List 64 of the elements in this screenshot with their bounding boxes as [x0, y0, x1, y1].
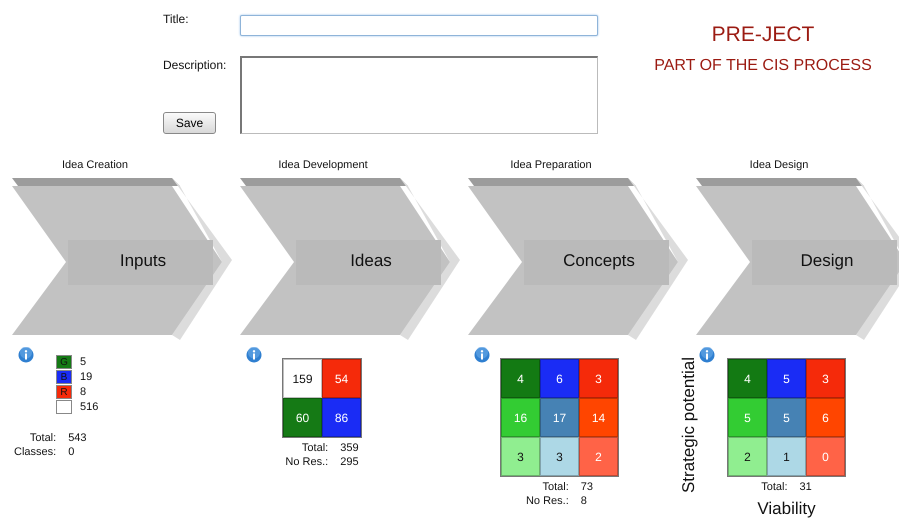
- stat-label: Total:: [28, 432, 56, 444]
- matrix-cell: 2: [728, 437, 767, 476]
- stat-value: 359: [340, 442, 359, 454]
- info-icon[interactable]: [246, 347, 262, 363]
- axis-label: Viability: [757, 499, 816, 519]
- app-title: PRE-JECT: [712, 23, 814, 47]
- matrix-cell: 60: [283, 398, 322, 437]
- stat-value: 31: [800, 481, 812, 493]
- legend-count: 516: [80, 401, 98, 413]
- stat-value: 0: [68, 446, 76, 458]
- matrix-cell: 54: [322, 359, 361, 398]
- legend-count: 19: [80, 371, 94, 383]
- info-icon[interactable]: [699, 347, 715, 363]
- matrix-cell: 4: [501, 359, 540, 398]
- stat-value: 73: [580, 481, 594, 493]
- stat-value: 8: [580, 495, 588, 507]
- matrix-cell: 86: [322, 398, 361, 437]
- stage-arrow-label: Inputs: [120, 250, 166, 272]
- color-swatch: R: [56, 385, 72, 399]
- stage-heading: Idea Development: [278, 159, 368, 171]
- app-subtitle: PART OF THE CIS PROCESS: [654, 57, 872, 75]
- legend-count: 5: [80, 356, 88, 368]
- matrix-cell: 5: [728, 398, 767, 437]
- info-icon[interactable]: [474, 347, 490, 363]
- stat-label: Classes:: [14, 446, 56, 458]
- stat-label: Total:: [541, 481, 569, 493]
- stat-label: Total:: [300, 442, 328, 454]
- matrix-cell: 3: [579, 359, 618, 398]
- matrix-cell: 6: [540, 359, 579, 398]
- matrix-cell: 16: [501, 398, 540, 437]
- matrix-cell: 159: [283, 359, 322, 398]
- stat-label: No Res.:: [526, 495, 569, 507]
- matrix-cell: 5: [767, 398, 806, 437]
- matrix-cell: 3: [540, 437, 579, 476]
- color-swatch: G: [56, 355, 72, 369]
- color-swatch: B: [56, 370, 72, 384]
- matrix-cell: 1: [767, 437, 806, 476]
- matrix-cell: 0: [806, 437, 845, 476]
- matrix-cell: 3: [806, 359, 845, 398]
- stage-heading: Idea Creation: [62, 159, 128, 171]
- matrix-cell: 6: [806, 398, 845, 437]
- title-input[interactable]: [240, 15, 598, 36]
- stage-heading: Idea Design: [750, 159, 808, 171]
- info-icon[interactable]: [18, 347, 34, 363]
- matrix-cell: 4: [728, 359, 767, 398]
- description-input[interactable]: [240, 56, 598, 134]
- title-label: Title:: [163, 11, 190, 26]
- matrix-cell: 14: [579, 398, 618, 437]
- stage-arrow-label: Concepts: [563, 250, 635, 272]
- matrix-cell: 3: [501, 437, 540, 476]
- stat-value: 543: [68, 432, 87, 444]
- stat-label: No Res.:: [285, 456, 328, 468]
- legend-count: 8: [80, 386, 88, 398]
- matrix-cell: 2: [579, 437, 618, 476]
- save-button[interactable]: Save: [163, 112, 216, 134]
- stat-value: 295: [340, 456, 359, 468]
- stage-arrow-label: Ideas: [350, 250, 392, 272]
- axis-label: Strategic potential: [679, 356, 699, 493]
- stage-heading: Idea Preparation: [510, 159, 592, 171]
- matrix-cell: 17: [540, 398, 579, 437]
- stat-label: Total:: [761, 481, 788, 493]
- description-label: Description:: [163, 58, 228, 72]
- matrix-cell: 5: [767, 359, 806, 398]
- stage-arrow-label: Design: [800, 250, 854, 272]
